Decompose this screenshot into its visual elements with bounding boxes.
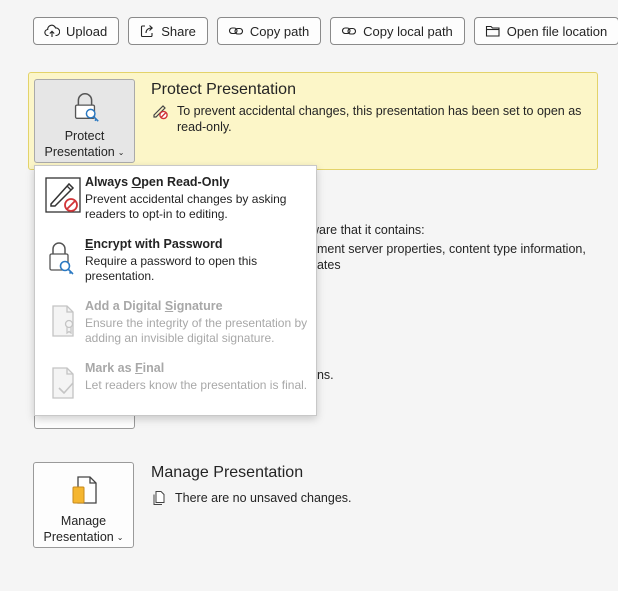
menu-item-add-digital-signature: Add a Digital Signature Ensure the integ…	[35, 292, 316, 350]
inspect-text-line2: ument server properties, content type in…	[310, 242, 586, 256]
menu-item-title: Always Open Read-Only	[85, 174, 310, 190]
chevron-down-icon: ⌄	[116, 533, 124, 542]
protect-dropdown-menu: Always Open Read-Only Prevent accidental…	[34, 165, 317, 416]
menu-item-encrypt-with-password[interactable]: Encrypt with Password Require a password…	[35, 230, 316, 288]
manage-button-line1: Manage	[60, 514, 107, 528]
manage-status-text: There are no unsaved changes.	[175, 491, 352, 505]
menu-item-text: Add a Digital Signature Ensure the integ…	[85, 298, 310, 346]
share-button[interactable]: Share	[128, 17, 208, 45]
protect-button-line2: Presentation ⌄	[45, 144, 125, 162]
menu-item-always-open-read-only[interactable]: Always Open Read-Only Prevent accidental…	[35, 168, 316, 226]
access-key: O	[131, 175, 142, 189]
menu-item-text: Mark as Final Let readers know the prese…	[85, 360, 310, 393]
menu-item-description: Prevent accidental changes by asking rea…	[85, 192, 287, 221]
lock-key-icon	[49, 242, 74, 275]
manage-presentation-button[interactable]: Manage Presentation ⌄	[33, 462, 134, 548]
share-icon	[141, 25, 154, 38]
manage-button-line2: Presentation ⌄	[44, 529, 124, 547]
menu-item-description: Let readers know the presentation is fin…	[85, 378, 308, 392]
title-part: inal	[142, 361, 165, 375]
menu-item-title: Mark as Final	[85, 360, 310, 376]
link-icon	[228, 27, 243, 35]
menu-item-description: Require a password to open this presenta…	[85, 254, 258, 283]
title-part: Add a Digital	[85, 299, 165, 313]
open-file-location-button[interactable]: Open file location	[473, 17, 618, 45]
pencil-no-edit-icon	[153, 105, 168, 120]
menu-item-title: Encrypt with Password	[85, 236, 310, 252]
title-part: Always	[85, 175, 132, 189]
menu-item-description: Ensure the integrity of the presentation…	[85, 316, 308, 345]
protect-message-text: To prevent accidental changes, this pres…	[177, 104, 582, 134]
menu-item-title: Add a Digital Signature	[85, 298, 310, 314]
menu-item-mark-as-final: Mark as Final Let readers know the prese…	[35, 354, 316, 412]
copy-path-label: Copy path	[249, 23, 310, 39]
protect-message: To prevent accidental changes, this pres…	[151, 103, 591, 135]
protect-button-line2-text: Presentation	[44, 145, 115, 159]
inspect-text-line1: ware that it contains:	[310, 223, 425, 237]
manage-status: There are no unsaved changes.	[151, 490, 352, 506]
document-check-icon	[52, 367, 74, 399]
menu-item-text: Encrypt with Password Require a password…	[85, 236, 310, 284]
document-manage-icon	[72, 476, 97, 504]
copy-path-button[interactable]: Copy path	[216, 17, 322, 45]
protect-button-line1: Protect	[64, 129, 105, 143]
protect-presentation-button[interactable]: Protect Presentation ⌄	[34, 79, 135, 163]
protect-title: Protect Presentation	[151, 81, 296, 98]
pencil-read-only-icon	[45, 177, 81, 213]
upload-icon	[44, 24, 60, 37]
access-key: S	[164, 299, 174, 313]
title-part: ncrypt with Password	[93, 237, 223, 251]
upload-label: Upload	[66, 23, 108, 39]
title-part: ignature	[173, 299, 223, 313]
copy-local-path-label: Copy local path	[363, 23, 453, 39]
share-label: Share	[161, 23, 196, 39]
certificate-document-icon	[52, 305, 74, 337]
menu-item-text: Always Open Read-Only Prevent accidental…	[85, 174, 310, 222]
lock-key-icon	[74, 93, 99, 122]
upload-button[interactable]: Upload	[33, 17, 120, 45]
documents-icon	[153, 491, 165, 505]
folder-icon	[485, 25, 500, 37]
title-part: pen Read-Only	[141, 175, 230, 189]
open-file-location-label: Open file location	[506, 23, 608, 39]
file-actions-toolbar: Upload Share Copy path Copy local path O…	[33, 17, 618, 45]
copy-local-path-button[interactable]: Copy local path	[330, 17, 465, 45]
title-part: Mark as	[85, 361, 136, 375]
chevron-down-icon: ⌄	[117, 148, 125, 157]
manage-title: Manage Presentation	[151, 464, 304, 481]
link-icon	[342, 27, 357, 35]
manage-button-line2-text: Presentation	[43, 530, 114, 544]
access-key: F	[135, 361, 143, 375]
